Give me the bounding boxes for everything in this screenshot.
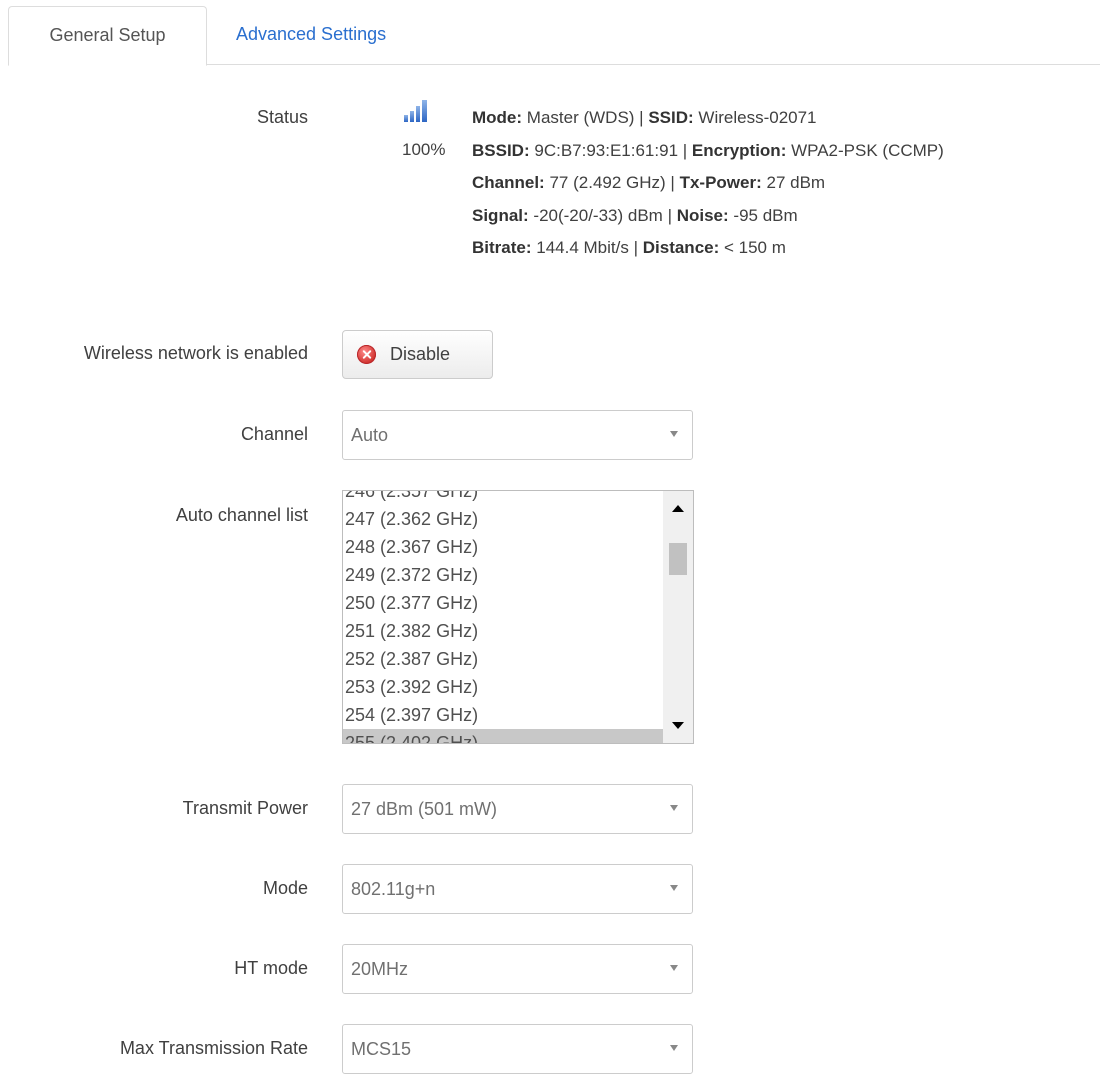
- channel-label: Channel: [240, 424, 308, 444]
- mode-select-label: Mode: [262, 878, 308, 898]
- status-line-signal: Signal: -20(-20/-33) dBm | Noise: -95 dB…: [472, 205, 798, 225]
- list-item[interactable]: 253 (2.392 GHz): [343, 673, 663, 701]
- disable-icon: [357, 345, 376, 364]
- mode-select-value: 802.11g+n: [351, 879, 436, 899]
- chevron-down-icon: [670, 431, 678, 437]
- chevron-down-icon: [670, 805, 678, 811]
- status-line-bitrate: Bitrate: 144.4 Mbit/s | Distance: < 150 …: [472, 238, 786, 257]
- auto-channel-listbox[interactable]: 246 (2.357 GHz) 247 (2.362 GHz) 248 (2.3…: [342, 490, 694, 744]
- mode-value: Master (WDS): [526, 108, 635, 127]
- disable-button[interactable]: Disable: [342, 330, 493, 379]
- signal-percent: 100%: [402, 140, 446, 159]
- noise-value: -95 dBm: [733, 205, 798, 225]
- status-line-mode: Mode: Master (WDS) | SSID: Wireless-0207…: [472, 108, 817, 127]
- ssid-label: SSID:: [648, 108, 694, 127]
- bssid-label: BSSID:: [472, 140, 530, 160]
- mode-label: Mode:: [472, 108, 523, 127]
- list-item[interactable]: 252 (2.387 GHz): [343, 645, 663, 673]
- list-item[interactable]: 250 (2.377 GHz): [343, 589, 663, 617]
- channel-select-value: Auto: [351, 425, 389, 445]
- bitrate-label: Bitrate:: [472, 238, 532, 257]
- max-rate-select-value: MCS15: [351, 1039, 412, 1059]
- disable-button-label: Disable: [390, 344, 451, 364]
- ssid-value: Wireless-02071: [698, 108, 817, 127]
- scroll-up-arrow-icon[interactable]: [672, 505, 684, 512]
- distance-value: < 150 m: [724, 238, 786, 257]
- signal-label: Signal:: [472, 205, 529, 225]
- signal-value: -20(-20/-33) dBm: [533, 205, 663, 225]
- mode-select[interactable]: 802.11g+n: [342, 864, 693, 914]
- transmit-power-label: Transmit Power: [182, 798, 308, 818]
- signal-strength-icon: [404, 100, 427, 122]
- txpower-value: 27 dBm: [766, 173, 826, 192]
- noise-label: Noise:: [676, 205, 729, 225]
- bssid-value: 9C:B7:93:E1:61:91: [534, 140, 679, 160]
- channel-select[interactable]: Auto: [342, 410, 693, 460]
- bitrate-value: 144.4 Mbit/s: [536, 238, 629, 257]
- encryption-label: Encryption:: [691, 140, 787, 160]
- encryption-value: WPA2-PSK (CCMP): [791, 140, 944, 160]
- status-line-bssid: BSSID: 9C:B7:93:E1:61:91 | Encryption: W…: [472, 140, 944, 160]
- status-label: Status: [256, 107, 308, 127]
- list-item[interactable]: 246 (2.357 GHz): [343, 491, 663, 505]
- transmit-power-select[interactable]: 27 dBm (501 mW): [342, 784, 693, 834]
- status-line-channel: Channel: 77 (2.492 GHz) | Tx-Power: 27 d…: [472, 173, 826, 192]
- list-item[interactable]: 251 (2.382 GHz): [343, 617, 663, 645]
- txpower-label: Tx-Power:: [679, 173, 762, 192]
- scroll-thumb[interactable]: [669, 543, 687, 575]
- tab-advanced-settings[interactable]: Advanced Settings: [222, 6, 442, 64]
- listbox-scrollbar[interactable]: [663, 491, 693, 743]
- chevron-down-icon: [670, 1045, 678, 1051]
- auto-channel-rows: 246 (2.357 GHz) 247 (2.362 GHz) 248 (2.3…: [343, 491, 663, 743]
- tab-general-setup[interactable]: General Setup: [8, 6, 207, 66]
- tab-bar: General Setup Advanced Settings: [0, 0, 1100, 66]
- max-rate-select[interactable]: MCS15: [342, 1024, 693, 1074]
- transmit-power-select-value: 27 dBm (501 mW): [351, 799, 498, 819]
- distance-label: Distance:: [642, 238, 720, 257]
- wireless-enabled-label: Wireless network is enabled: [83, 343, 308, 363]
- chevron-down-icon: [670, 885, 678, 891]
- list-item-selected[interactable]: 255 (2.402 GHz): [343, 729, 663, 743]
- list-item[interactable]: 247 (2.362 GHz): [343, 505, 663, 533]
- channel-status-value: 77 (2.492 GHz): [549, 173, 666, 192]
- auto-channel-list-label: Auto channel list: [175, 505, 308, 525]
- status-details: Mode: Master (WDS) | SSID: Wireless-0207…: [472, 102, 944, 265]
- ht-mode-select[interactable]: 20MHz: [342, 944, 693, 994]
- list-item[interactable]: 248 (2.367 GHz): [343, 533, 663, 561]
- list-item[interactable]: 254 (2.397 GHz): [343, 701, 663, 729]
- scroll-down-arrow-icon[interactable]: [672, 722, 684, 729]
- channel-status-label: Channel:: [472, 173, 545, 192]
- list-item[interactable]: 249 (2.372 GHz): [343, 561, 663, 589]
- max-rate-label: Max Transmission Rate: [119, 1038, 308, 1058]
- chevron-down-icon: [670, 965, 678, 971]
- ht-mode-label: HT mode: [234, 958, 308, 978]
- ht-mode-select-value: 20MHz: [351, 959, 409, 979]
